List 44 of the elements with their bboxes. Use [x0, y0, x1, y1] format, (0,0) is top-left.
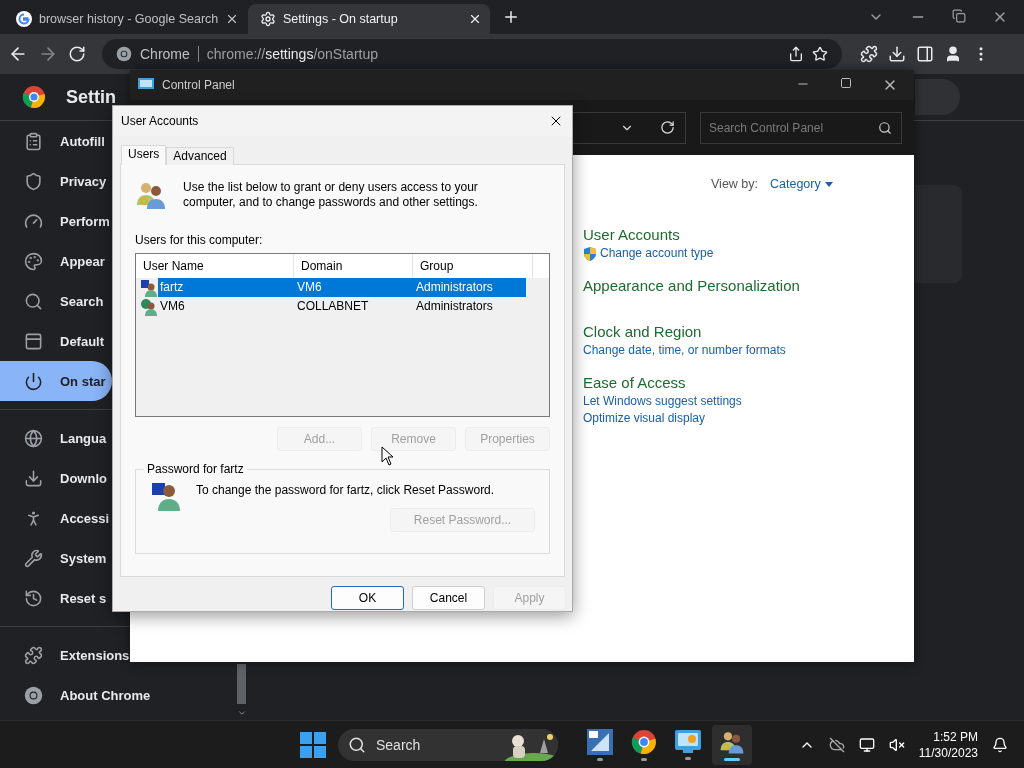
sidebar-item[interactable]: Appear: [0, 241, 112, 281]
category-link[interactable]: Ease of Access: [583, 373, 914, 393]
sidebar-item[interactable]: Langua: [0, 418, 112, 458]
address-bar[interactable]: Chrome chrome://settings/onStartup: [102, 39, 842, 69]
sidebar-item[interactable]: Accessi: [0, 498, 112, 538]
url-text: chrome://settings/onStartup: [206, 46, 379, 62]
category-link[interactable]: Clock and Region: [583, 322, 914, 342]
task-link[interactable]: Change account type: [583, 245, 914, 262]
sidebar-item[interactable]: Downlo: [0, 458, 112, 498]
sidebar-item[interactable]: Search: [0, 281, 112, 321]
dialog-tab[interactable]: Users: [121, 145, 167, 165]
sidebar-item[interactable]: System: [0, 538, 112, 578]
browser-tab[interactable]: Settings - On startup: [248, 4, 490, 34]
sidebar-item[interactable]: About Chrome: [0, 675, 170, 715]
password-text: To change the password for fartz, click Reset Password.: [196, 482, 495, 497]
search-field[interactable]: Search Control Panel: [700, 111, 902, 144]
list-label: Users for this computer:: [135, 233, 264, 247]
group-legend: Password for fartz: [144, 462, 247, 476]
clock[interactable]: 1:52 PM 11/30/2023: [918, 728, 978, 761]
category-link[interactable]: Appearance and Personalization: [583, 276, 914, 296]
browser-tab[interactable]: browser history - Google Search: [4, 4, 246, 34]
sidebar-item[interactable]: Extensions: [0, 635, 130, 675]
view-by-label: View by:: [711, 177, 758, 191]
category-link[interactable]: User Accounts: [583, 225, 914, 245]
user-row[interactable]: fartz VM6 Administrators: [158, 278, 526, 297]
site-label: Chrome: [140, 46, 190, 62]
window-title: Control Panel: [162, 78, 235, 92]
sidebar-item[interactable]: Perform: [0, 201, 112, 241]
settings-title: Settin: [66, 86, 116, 108]
task-link[interactable]: Optimize visual display: [583, 410, 914, 427]
task-link[interactable]: Let Windows suggest settings: [583, 393, 914, 410]
view-by-dropdown[interactable]: Category: [770, 177, 833, 191]
sidebar-item[interactable]: Reset s: [0, 578, 112, 618]
sidebar-item[interactable]: Default: [0, 321, 112, 361]
intro-text: Use the list below to grant or deny users access to your computer, and to change passwords and other settings.: [183, 179, 479, 210]
sidebar-item[interactable]: Privacy: [0, 161, 112, 201]
dialog-tab[interactable]: Advanced: [166, 147, 234, 165]
task-link[interactable]: Change date, time, or number formats: [583, 342, 914, 359]
dialog-button[interactable]: OK: [331, 586, 404, 610]
dialog-title: User Accounts: [121, 114, 199, 128]
sidebar-item[interactable]: Autofill: [0, 121, 112, 161]
sidebar-item[interactable]: On star: [0, 361, 112, 401]
user-row[interactable]: VM6 COLLABNET Administrators: [158, 297, 526, 316]
dialog-button[interactable]: Cancel: [412, 586, 485, 610]
